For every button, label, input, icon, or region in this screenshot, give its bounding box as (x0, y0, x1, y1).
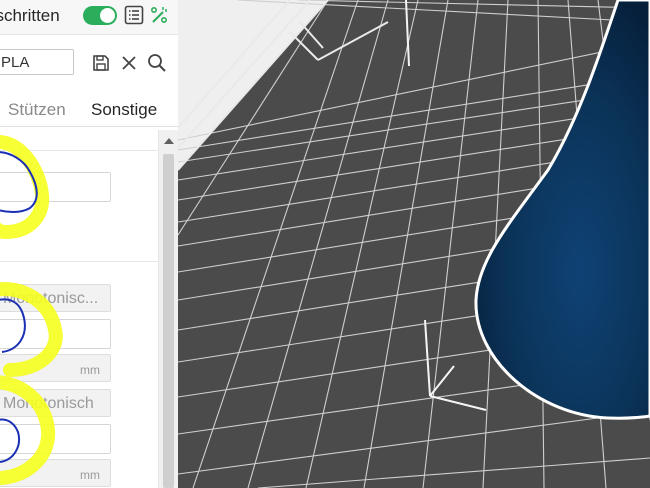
filament-profile-row: PLA (0, 46, 178, 80)
close-icon[interactable] (121, 55, 137, 71)
settings-panel: eschritten PLA (0, 0, 178, 488)
pattern-dropdown-2-value: Monotonisch (3, 395, 94, 412)
section-divider (0, 150, 158, 151)
settings-scrollbar[interactable] (158, 130, 178, 488)
settings-content: Monotonisc... mm Monotonisch mm (0, 130, 158, 488)
tab-other[interactable]: Sonstige (91, 100, 157, 120)
save-icon[interactable] (92, 54, 110, 72)
pattern-dropdown-1[interactable]: Monotonisc... (0, 284, 111, 312)
value-field-2[interactable] (0, 319, 111, 349)
search-icon[interactable] (147, 53, 167, 73)
3d-viewport[interactable] (178, 0, 650, 488)
list-icon[interactable] (124, 5, 144, 25)
pattern-dropdown-1-value: Monotonisc... (3, 290, 99, 307)
build-plate-scene (178, 0, 650, 488)
scrollbar-thumb[interactable] (163, 154, 174, 488)
filament-profile-select[interactable]: PLA (0, 49, 74, 75)
value-field-1[interactable] (0, 172, 111, 202)
mm-field-2[interactable]: mm (0, 459, 111, 487)
mm-field-1[interactable]: mm (0, 354, 111, 382)
panel-topbar: eschritten (0, 0, 178, 35)
wand-icon[interactable] (149, 5, 169, 25)
chevron-up-icon[interactable] (164, 138, 174, 144)
value-field-3[interactable] (0, 424, 111, 454)
tab-supports[interactable]: Stützen (8, 100, 66, 120)
settings-tabs: Stützen Sonstige (0, 92, 178, 127)
section-divider (0, 261, 158, 262)
pattern-dropdown-2[interactable]: Monotonisch (0, 389, 111, 417)
advanced-mode-label: eschritten (0, 6, 60, 25)
advanced-mode-toggle[interactable] (83, 6, 117, 25)
mm-unit-2: mm (80, 468, 100, 482)
mm-unit-1: mm (80, 363, 100, 377)
